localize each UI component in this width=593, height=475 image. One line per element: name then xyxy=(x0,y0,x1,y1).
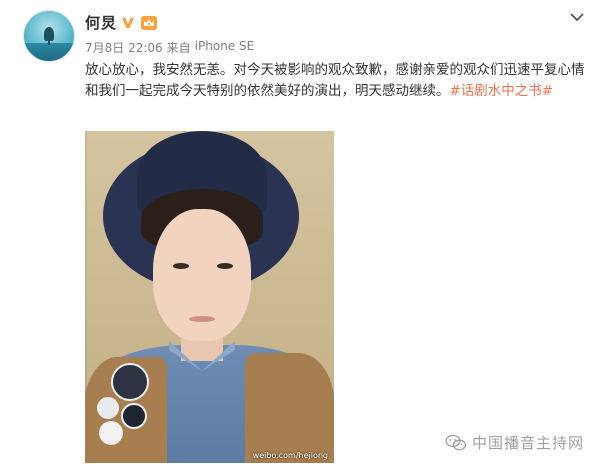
photo-eye-left xyxy=(173,263,189,269)
avatar-tree-trunk xyxy=(48,39,50,45)
wechat-icon xyxy=(445,434,467,452)
site-name: 中国播音主持网 xyxy=(472,434,585,452)
post-meta: 7月8日 22:06 来自 iPhone SE xyxy=(85,39,254,56)
chevron-down-icon[interactable] xyxy=(569,8,585,22)
photo-badge-pin xyxy=(97,397,119,419)
member-crown-icon[interactable] xyxy=(141,15,158,30)
photo-eye-right xyxy=(217,263,233,269)
photo-badge-pin xyxy=(111,363,149,401)
avatar[interactable] xyxy=(23,10,75,62)
verified-v-icon[interactable] xyxy=(121,16,135,30)
site-watermark: 中国播音主持网 xyxy=(445,432,584,453)
photo-badge-pin xyxy=(121,403,147,429)
photo-vest-right xyxy=(245,353,334,463)
photo-mouth xyxy=(189,316,215,322)
post-source[interactable]: iPhone SE xyxy=(195,39,255,56)
hashtag-link[interactable]: #话剧水中之书# xyxy=(450,83,554,99)
username[interactable]: 何炅 xyxy=(85,12,117,33)
post-source-prefix: 来自 xyxy=(166,41,191,55)
post-date[interactable]: 7月8日 22:06 xyxy=(85,39,163,56)
avatar-sea xyxy=(24,43,74,61)
user-row: 何炅 xyxy=(85,12,158,33)
photo-watermark: weibo.com/hejiong xyxy=(252,451,328,460)
post-text: 放心放心，我安然无恙。对今天被影响的观众致歉，感谢亲爱的观众们迅速平复心情和我们… xyxy=(85,60,585,102)
post-photo[interactable]: weibo.com/hejiong xyxy=(85,131,334,463)
photo-badge-pin xyxy=(99,421,123,445)
